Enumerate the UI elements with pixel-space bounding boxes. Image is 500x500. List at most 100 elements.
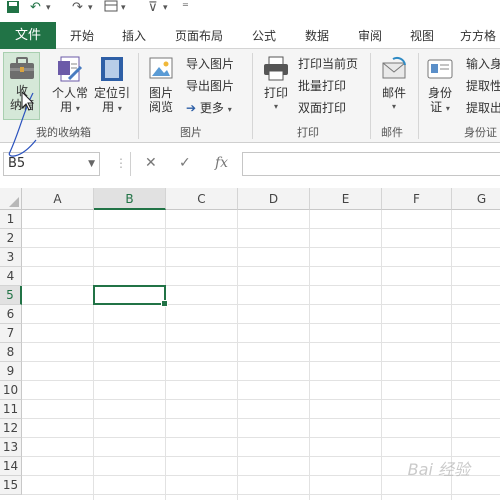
grid-row-line: [22, 437, 500, 438]
storage-box-label-1: 收: [15, 84, 28, 98]
duplex-print-button[interactable]: 双面打印: [298, 98, 346, 118]
spreadsheet-grid: ABCDEFG 1 2 3 4 5 6 7 8 9 10 11 12 13 14 15 Bai 经验: [0, 188, 500, 500]
extract-birth-button[interactable]: 提取出: [466, 98, 500, 118]
print-current-page-label: 打印当前页: [298, 57, 359, 71]
grid-row-line: [22, 323, 500, 324]
row-header-12[interactable]: 12: [0, 419, 22, 438]
insert-function-icon[interactable]: fx: [215, 155, 228, 171]
print-label: 打印: [263, 86, 288, 100]
tab-page-layout[interactable]: 页面布局: [175, 26, 223, 48]
redo-dropdown-icon[interactable]: ▾: [88, 0, 93, 18]
print-current-page-button[interactable]: 打印当前页: [298, 54, 358, 74]
row-header-14[interactable]: 14: [0, 457, 22, 476]
redo-icon[interactable]: ↷: [72, 0, 83, 18]
row-header-13[interactable]: 13: [0, 438, 22, 457]
printer-icon: [264, 56, 288, 81]
table-style-icon[interactable]: [104, 0, 120, 18]
grid-row-line: [22, 380, 500, 381]
row-header-15[interactable]: 15: [0, 476, 22, 495]
column-header-b[interactable]: B: [94, 188, 166, 210]
more-label: 更多: [199, 101, 224, 115]
tab-data[interactable]: 数据: [305, 26, 329, 48]
quick-access-toolbar: ↶ ▾ ↷ ▾ ▾ ⊽ ▾ ⁼: [0, 0, 500, 22]
undo-dropdown-icon[interactable]: ▾: [46, 0, 51, 18]
import-picture-label: 导入图片: [186, 57, 235, 71]
save-icon[interactable]: [6, 0, 20, 18]
mail-button[interactable]: 邮件 ▾: [376, 55, 412, 114]
toolbox-icon: [10, 57, 34, 79]
row-header-5[interactable]: 5: [0, 286, 22, 305]
row-header-2[interactable]: 2: [0, 229, 22, 248]
tab-insert[interactable]: 插入: [122, 26, 146, 48]
more-picture-button[interactable]: ➔ 更多 ▾: [186, 98, 232, 118]
personal-common-button[interactable]: 个人常 用 ▾: [50, 55, 90, 116]
picture-icon: [149, 57, 173, 79]
ribbon-tabs: 文件 开始 插入 页面布局 公式 数据 审阅 视图 方方格: [0, 22, 500, 49]
locate-reference-icon: [101, 57, 123, 81]
batch-print-label: 批量打印: [298, 79, 347, 93]
picture-browse-label-2: 阅览: [148, 100, 173, 114]
ribbon-separator: [418, 53, 419, 139]
mail-icon: [382, 56, 406, 79]
grid-row-line: [22, 342, 500, 343]
row-header-7[interactable]: 7: [0, 324, 22, 343]
column-header-g[interactable]: G: [452, 188, 500, 210]
arrow-right-icon: ➔: [186, 101, 197, 115]
grid-row-line: [22, 361, 500, 362]
tab-home[interactable]: 开始: [70, 26, 94, 48]
cancel-icon[interactable]: ✕: [145, 155, 157, 171]
column-header-a[interactable]: A: [22, 188, 94, 210]
name-box-dropdown-icon[interactable]: ▼: [88, 153, 95, 175]
idcard-icon: [427, 59, 453, 79]
idcard-button[interactable]: 身份 证 ▾: [422, 55, 458, 116]
name-box[interactable]: B5 ▼: [3, 152, 100, 176]
column-header-c[interactable]: C: [166, 188, 238, 210]
row-header-4[interactable]: 4: [0, 267, 22, 286]
print-dropdown-icon: ▾: [273, 102, 278, 111]
tab-review[interactable]: 审阅: [358, 26, 382, 48]
import-picture-button[interactable]: 导入图片: [186, 54, 234, 74]
locate-reference-label-1: 定位引: [93, 86, 130, 100]
export-picture-button[interactable]: 导出图片: [186, 76, 234, 96]
row-header-6[interactable]: 6: [0, 305, 22, 324]
selected-cell-b5[interactable]: [93, 285, 168, 307]
storage-box-button[interactable]: 收 纳箱: [4, 55, 40, 112]
input-id-button[interactable]: 输入身: [466, 54, 500, 74]
more-dropdown-icon: ▾: [227, 105, 232, 114]
personal-common-label-2: 用 ▾: [60, 100, 80, 114]
column-header-f[interactable]: F: [382, 188, 452, 210]
tab-view[interactable]: 视图: [410, 26, 434, 48]
row-header-1[interactable]: 1: [0, 210, 22, 229]
shape-dropdown-icon[interactable]: ▾: [163, 0, 168, 18]
formula-bar-grip-icon[interactable]: ⋮: [115, 156, 127, 170]
picture-browse-button[interactable]: 图片 阅览: [142, 55, 180, 114]
shape-icon[interactable]: ⊽: [148, 0, 158, 18]
extract-gender-label: 提取性: [466, 79, 500, 93]
row-header-10[interactable]: 10: [0, 381, 22, 400]
personal-common-label-1: 个人常: [51, 86, 88, 100]
select-all-button[interactable]: [0, 188, 22, 210]
tab-formulas[interactable]: 公式: [252, 26, 276, 48]
print-button[interactable]: 打印 ▾: [257, 55, 295, 114]
extract-birth-label: 提取出: [466, 101, 500, 115]
row-header-11[interactable]: 11: [0, 400, 22, 419]
idcard-label-1: 身份: [427, 86, 452, 100]
locate-reference-button[interactable]: 定位引 用 ▾: [92, 55, 132, 116]
row-header-8[interactable]: 8: [0, 343, 22, 362]
confirm-icon[interactable]: ✓: [179, 155, 191, 171]
column-header-d[interactable]: D: [238, 188, 310, 210]
formula-input[interactable]: [242, 152, 500, 176]
customize-qat-icon[interactable]: ⁼: [182, 0, 189, 18]
column-header-e[interactable]: E: [310, 188, 382, 210]
tab-file[interactable]: 文件: [0, 22, 56, 49]
watermark: Bai 经验: [407, 460, 470, 479]
row-header-9[interactable]: 9: [0, 362, 22, 381]
undo-icon[interactable]: ↶: [30, 0, 41, 18]
row-header-3[interactable]: 3: [0, 248, 22, 267]
extract-gender-button[interactable]: 提取性: [466, 76, 500, 96]
tab-fangfangge[interactable]: 方方格: [460, 26, 496, 48]
table-style-dropdown-icon[interactable]: ▾: [121, 0, 126, 18]
batch-print-button[interactable]: 批量打印: [298, 76, 346, 96]
name-box-value: B5: [8, 156, 26, 171]
grid-row-line: [22, 228, 500, 229]
